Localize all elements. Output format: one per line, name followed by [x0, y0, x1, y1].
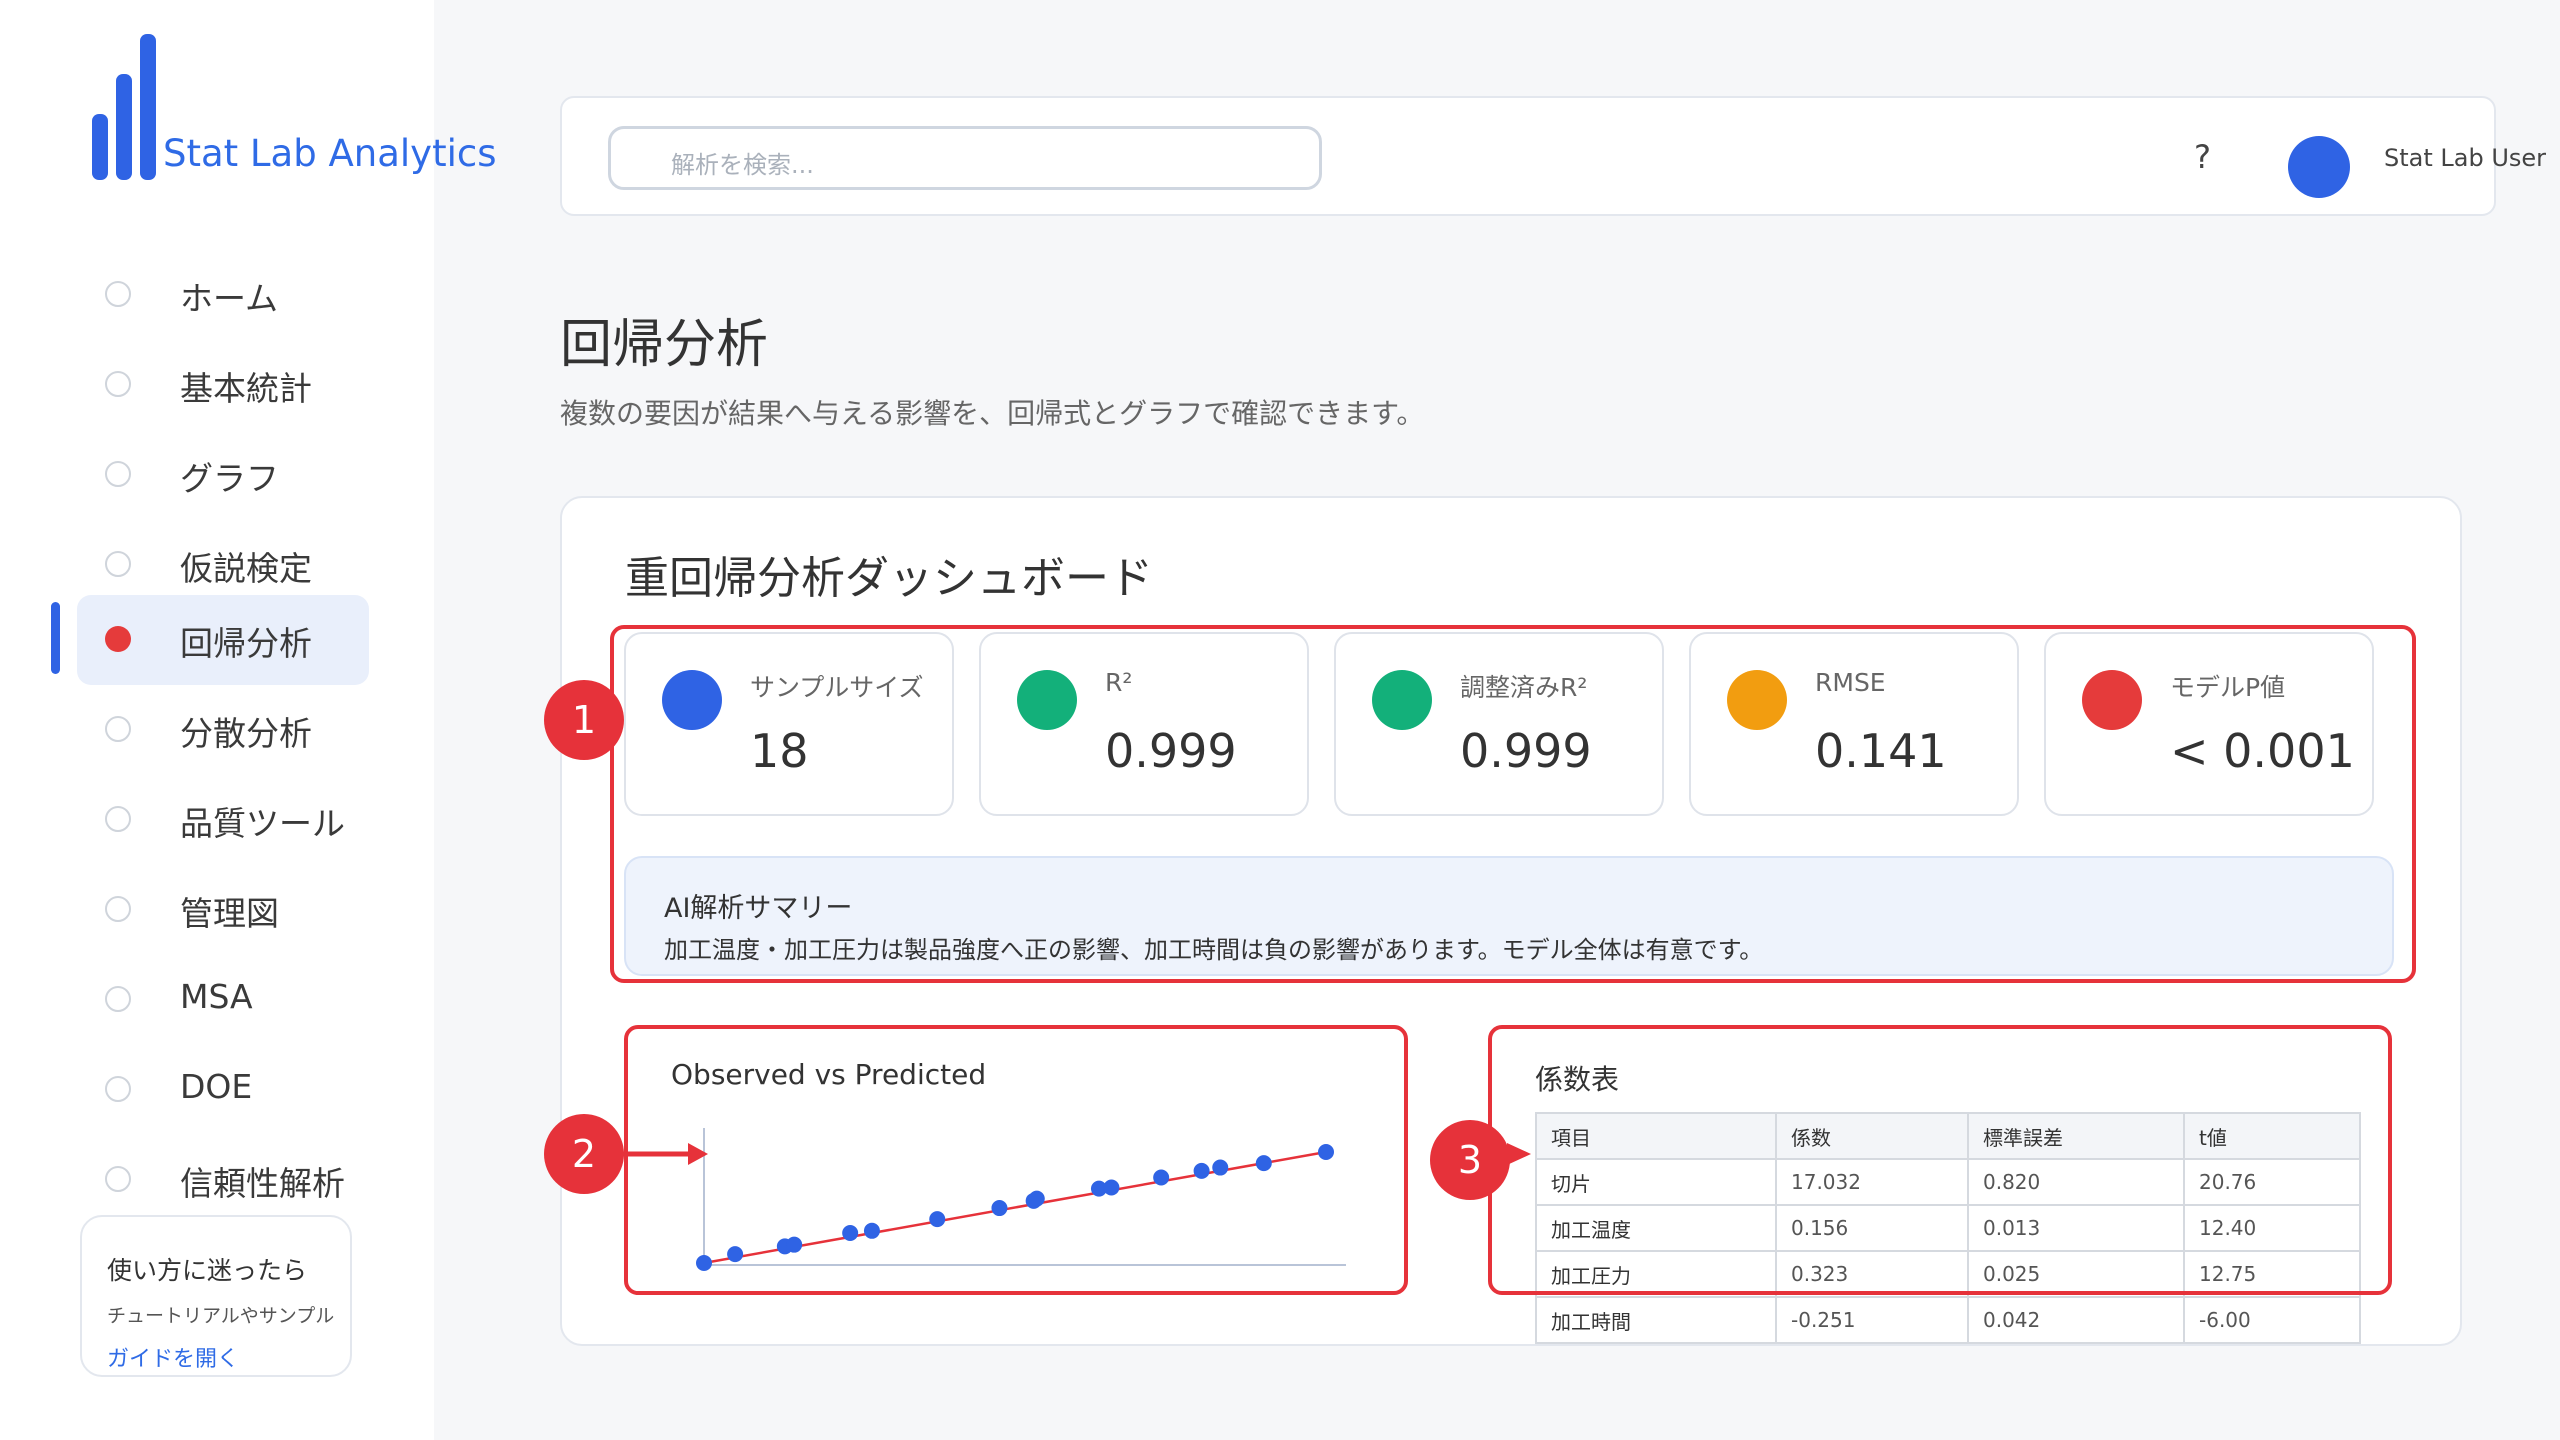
arrow-icon [1507, 1143, 1531, 1165]
sidebar-item-reliability[interactable]: 信頼性解析 [77, 1135, 369, 1225]
top-bar: 解析を検索... ? Stat Lab User [560, 96, 2546, 216]
sidebar-item-label: 信頼性解析 [180, 1164, 345, 1203]
radio-dot-icon [105, 1076, 131, 1102]
sidebar-item-anova[interactable]: 分散分析 [77, 685, 369, 775]
sidebar-item-control-chart[interactable]: 管理図 [77, 865, 369, 955]
radio-dot-icon [105, 716, 131, 742]
sidebar-item-label: MSA [180, 977, 253, 1016]
radio-dot-icon [105, 896, 131, 922]
sidebar-item-home[interactable]: ホーム [77, 250, 369, 340]
help-card: 使い方に迷ったら チュートリアルやサンプル ガイドを開く [80, 1215, 352, 1377]
sidebar-item-regression[interactable]: 回帰分析 [77, 595, 369, 685]
user-name[interactable]: Stat Lab User [2384, 144, 2546, 172]
sidebar-item-graph[interactable]: グラフ [77, 430, 369, 520]
search-placeholder: 解析を検索... [671, 151, 814, 179]
arrow-icon [622, 1143, 708, 1165]
sidebar: Stat Lab Analytics ホーム 基本統計 グラフ 仮説検定 回帰分… [0, 0, 497, 1440]
sidebar-item-label: 分散分析 [180, 714, 312, 753]
active-indicator [51, 602, 60, 674]
annotation-badge-3: 3 [1430, 1120, 1510, 1200]
logo-bars-icon [92, 34, 156, 180]
radio-dot-icon [105, 551, 131, 577]
avatar[interactable] [2288, 136, 2350, 198]
annotation-box-3 [1488, 1025, 2392, 1295]
help-button[interactable]: ? [2194, 138, 2211, 176]
annotation-box-2 [624, 1025, 1408, 1295]
annotation-badge-2: 2 [544, 1114, 624, 1194]
dashboard-title: 重回帰分析ダッシュボード [625, 553, 1153, 604]
annotation-badge-1: 1 [544, 680, 624, 760]
sidebar-item-label: 基本統計 [180, 369, 312, 408]
sidebar-item-label: 仮説検定 [180, 549, 312, 588]
sidebar-item-basic-stats[interactable]: 基本統計 [77, 340, 369, 430]
brand-name: Stat Lab Analytics [163, 132, 497, 175]
table-cell: 加工時間 [1535, 1296, 1777, 1344]
sidebar-item-label: 管理図 [180, 894, 279, 933]
table-cell: -6.00 [2183, 1296, 2361, 1344]
sidebar-item-label: DOE [180, 1067, 253, 1106]
sidebar-item-label: 品質ツール [180, 804, 345, 843]
search-input[interactable]: 解析を検索... [608, 126, 1322, 190]
radio-dot-icon [105, 371, 131, 397]
sidebar-item-quality-tools[interactable]: 品質ツール [77, 775, 369, 865]
sidebar-item-msa[interactable]: MSA [77, 955, 369, 1045]
radio-dot-icon [105, 281, 131, 307]
sidebar-item-label: グラフ [180, 459, 279, 498]
help-subtitle: チュートリアルやサンプル [107, 1305, 335, 1327]
page-title: 回帰分析 [560, 315, 769, 375]
radio-dot-icon [105, 1166, 131, 1192]
help-title: 使い方に迷ったら [107, 1256, 308, 1285]
radio-dot-icon [105, 986, 131, 1012]
table-cell: 0.042 [1967, 1296, 2185, 1344]
radio-dot-icon [105, 806, 131, 832]
open-guide-link[interactable]: ガイドを開く [107, 1341, 239, 1373]
table-row: 加工時間 -0.251 0.042 -6.00 [1535, 1296, 2361, 1344]
sidebar-item-label: ホーム [180, 279, 279, 318]
annotation-box-1 [610, 625, 2416, 983]
table-cell: -0.251 [1775, 1296, 1969, 1344]
radio-dot-icon [105, 626, 131, 652]
radio-dot-icon [105, 461, 131, 487]
sidebar-item-doe[interactable]: DOE [77, 1045, 369, 1135]
sidebar-item-label: 回帰分析 [180, 624, 312, 663]
page-description: 複数の要因が結果へ与える影響を、回帰式とグラフで確認できます。 [560, 397, 1425, 430]
